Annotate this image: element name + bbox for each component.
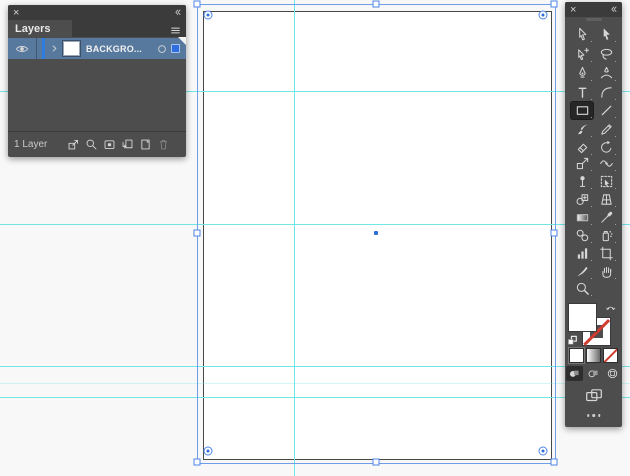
close-icon[interactable] <box>569 5 578 14</box>
paintbrush-tool[interactable] <box>571 121 593 138</box>
panel-grip[interactable] <box>586 18 602 21</box>
gradient-tool[interactable] <box>571 209 593 226</box>
appearance-buttons <box>565 349 622 362</box>
selection-handle[interactable] <box>551 230 558 237</box>
layer-name[interactable]: BACKGRO... <box>86 44 157 54</box>
color-button[interactable] <box>570 349 583 362</box>
fill-stroke-swatches <box>565 302 622 354</box>
locate-object-icon[interactable] <box>85 138 98 151</box>
default-swatches-icon[interactable] <box>567 335 578 346</box>
selection-handle[interactable] <box>372 459 379 466</box>
selection-color-indicator[interactable] <box>171 44 180 53</box>
arc-tool[interactable] <box>595 84 617 101</box>
scale-tool[interactable] <box>571 155 593 172</box>
fill-swatch[interactable] <box>569 304 596 331</box>
corner-radius-widget[interactable] <box>539 447 548 456</box>
close-icon[interactable] <box>12 8 21 17</box>
draw-inside-mode[interactable] <box>604 366 621 381</box>
expand-chevron-icon[interactable] <box>50 44 59 53</box>
layer-thumbnail[interactable] <box>63 41 80 56</box>
layers-panel: Layers BACKGRO... 1 Layer <box>8 5 186 157</box>
symbol-sprayer-tool[interactable] <box>595 227 617 244</box>
slice-tool[interactable] <box>571 263 593 280</box>
draw-normal-mode[interactable] <box>566 366 583 381</box>
eraser-tool[interactable] <box>571 139 593 156</box>
width-tool[interactable] <box>595 155 617 172</box>
layer-row[interactable]: BACKGRO... <box>8 38 186 59</box>
swap-fill-stroke-icon[interactable] <box>605 303 617 315</box>
zoom-tool[interactable] <box>571 280 593 297</box>
direct-selection-tool[interactable] <box>571 26 593 43</box>
type-tool[interactable] <box>571 84 593 101</box>
corner-radius-widget[interactable] <box>539 11 548 20</box>
corner-radius-widget[interactable] <box>204 447 213 456</box>
gradient-button[interactable] <box>587 349 600 362</box>
edit-toolbar-ellipsis-icon[interactable] <box>587 414 601 417</box>
panel-corner-notch <box>178 37 186 45</box>
layer-count: 1 Layer <box>14 139 67 150</box>
selection-handle[interactable] <box>194 459 201 466</box>
toolbar-panel <box>565 2 622 427</box>
layers-tab-label: Layers <box>15 23 50 35</box>
illustrator-workspace: Layers BACKGRO... 1 Layer <box>0 0 630 476</box>
selection-accent-bar <box>42 38 45 59</box>
toolbar-titlebar <box>565 2 622 17</box>
puppet-warp-tool[interactable] <box>571 173 593 190</box>
selection-handle[interactable] <box>372 1 379 8</box>
rotate-tool[interactable] <box>595 139 617 156</box>
visibility-eye-icon[interactable] <box>8 42 36 56</box>
hand-tool[interactable] <box>595 263 617 280</box>
artboard-tool[interactable] <box>595 245 617 262</box>
rectangle-tool[interactable] <box>571 102 593 119</box>
layers-tab-row: Layers <box>8 20 186 37</box>
pencil-tool[interactable] <box>595 121 617 138</box>
none-button[interactable] <box>604 349 617 362</box>
new-sublayer-icon[interactable] <box>121 138 134 151</box>
eyedropper-tool[interactable] <box>595 209 617 226</box>
target-circle-icon[interactable] <box>157 44 167 54</box>
layers-bottom-icons <box>67 138 170 151</box>
column-graph-tool[interactable] <box>571 245 593 262</box>
collect-for-export-icon[interactable] <box>67 138 80 151</box>
perspective-grid-tool[interactable] <box>595 191 617 208</box>
selection-handle[interactable] <box>194 230 201 237</box>
pen-tool[interactable] <box>571 65 593 82</box>
new-layer-icon[interactable] <box>139 138 152 151</box>
group-selection-tool[interactable] <box>571 46 593 63</box>
corner-radius-widget[interactable] <box>204 11 213 20</box>
selection-tool[interactable] <box>595 26 617 43</box>
layers-panel-titlebar <box>8 5 186 20</box>
selection-center-point[interactable] <box>374 231 378 235</box>
shape-builder-tool[interactable] <box>571 191 593 208</box>
screen-mode-icon[interactable] <box>585 387 603 405</box>
row-divider <box>36 38 37 59</box>
collapse-panel-icon[interactable] <box>173 8 182 17</box>
tab-layers[interactable]: Layers <box>8 20 72 37</box>
selection-handle[interactable] <box>194 1 201 8</box>
free-transform-tool[interactable] <box>595 173 617 190</box>
curvature-tool[interactable] <box>595 65 617 82</box>
blend-tool[interactable] <box>571 227 593 244</box>
layers-bottom-bar: 1 Layer <box>8 131 186 157</box>
collapse-panel-icon[interactable] <box>609 5 618 14</box>
layers-list: BACKGRO... <box>8 37 186 131</box>
lasso-tool[interactable] <box>595 46 617 63</box>
delete-trash-icon[interactable] <box>157 138 170 151</box>
selection-handle[interactable] <box>551 459 558 466</box>
draw-behind-mode[interactable] <box>585 366 602 381</box>
line-segment-tool[interactable] <box>595 102 617 119</box>
drawing-modes <box>565 366 622 381</box>
clipping-mask-icon[interactable] <box>103 138 116 151</box>
selection-handle[interactable] <box>551 1 558 8</box>
